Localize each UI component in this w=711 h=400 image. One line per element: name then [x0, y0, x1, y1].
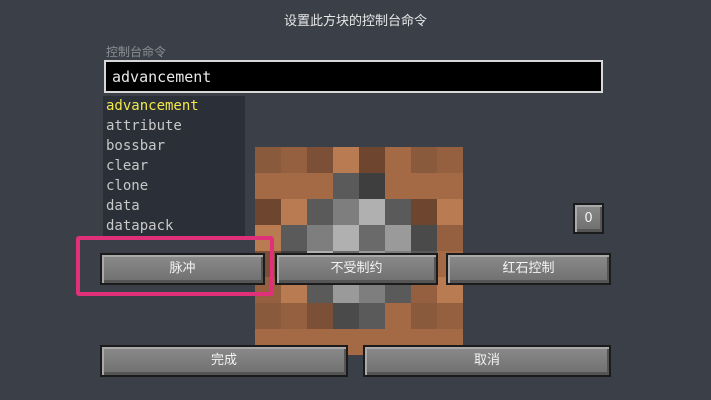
- block-texture-pixel: [333, 147, 359, 173]
- suggestion-item[interactable]: advancement: [106, 97, 199, 115]
- block-texture-pixel: [359, 147, 385, 173]
- block-texture-pixel: [307, 199, 333, 225]
- redstone-control-button[interactable]: 红石控制: [446, 253, 611, 285]
- block-texture-pixel: [359, 225, 385, 251]
- command-input[interactable]: [104, 60, 603, 93]
- block-texture-pixel: [333, 225, 359, 251]
- block-texture-pixel: [255, 173, 281, 199]
- dialog-title: 设置此方块的控制台命令: [283, 14, 427, 29]
- block-texture-pixel: [437, 173, 463, 199]
- block-texture-pixel: [333, 199, 359, 225]
- block-texture-pixel: [385, 147, 411, 173]
- suggestion-item[interactable]: attribute: [106, 117, 182, 135]
- suggestion-item[interactable]: data: [106, 197, 140, 215]
- block-texture-pixel: [411, 225, 437, 251]
- block-texture-pixel: [281, 303, 307, 329]
- block-texture-pixel: [307, 147, 333, 173]
- done-button[interactable]: 完成: [100, 345, 348, 377]
- block-texture-pixel: [281, 173, 307, 199]
- block-texture-pixel: [385, 303, 411, 329]
- previous-output-button[interactable]: 0: [573, 203, 604, 234]
- command-field-label: 控制台命令: [106, 45, 167, 59]
- block-texture-pixel: [437, 303, 463, 329]
- block-texture-pixel: [255, 147, 281, 173]
- block-texture-pixel: [307, 303, 333, 329]
- block-texture-pixel: [307, 225, 333, 251]
- cancel-button[interactable]: 取消: [363, 345, 611, 377]
- block-texture-pixel: [255, 303, 281, 329]
- block-texture-pixel: [411, 147, 437, 173]
- suggestion-item[interactable]: bossbar: [106, 137, 165, 155]
- suggestion-item[interactable]: clone: [106, 177, 148, 195]
- block-texture-pixel: [255, 199, 281, 225]
- suggestion-item[interactable]: datapack: [106, 217, 173, 235]
- block-texture-pixel: [359, 303, 385, 329]
- command-block-image: [255, 147, 463, 355]
- block-texture-pixel: [281, 199, 307, 225]
- block-texture-pixel: [281, 147, 307, 173]
- block-texture-pixel: [437, 147, 463, 173]
- block-texture-pixel: [359, 173, 385, 199]
- block-texture-pixel: [411, 303, 437, 329]
- conditional-button[interactable]: 不受制约: [275, 253, 438, 285]
- highlight-box: [76, 236, 274, 296]
- suggestion-item[interactable]: clear: [106, 157, 148, 175]
- block-texture-pixel: [411, 199, 437, 225]
- block-texture-pixel: [385, 173, 411, 199]
- block-texture-pixel: [411, 173, 437, 199]
- block-texture-pixel: [281, 225, 307, 251]
- block-texture-pixel: [359, 199, 385, 225]
- block-texture-pixel: [333, 173, 359, 199]
- block-texture-pixel: [307, 173, 333, 199]
- block-texture-pixel: [437, 225, 463, 251]
- block-texture-pixel: [385, 199, 411, 225]
- block-texture-pixel: [437, 199, 463, 225]
- suggestion-list: advancement attribute bossbar clear clon…: [103, 96, 245, 238]
- block-texture-pixel: [385, 225, 411, 251]
- block-texture-pixel: [333, 303, 359, 329]
